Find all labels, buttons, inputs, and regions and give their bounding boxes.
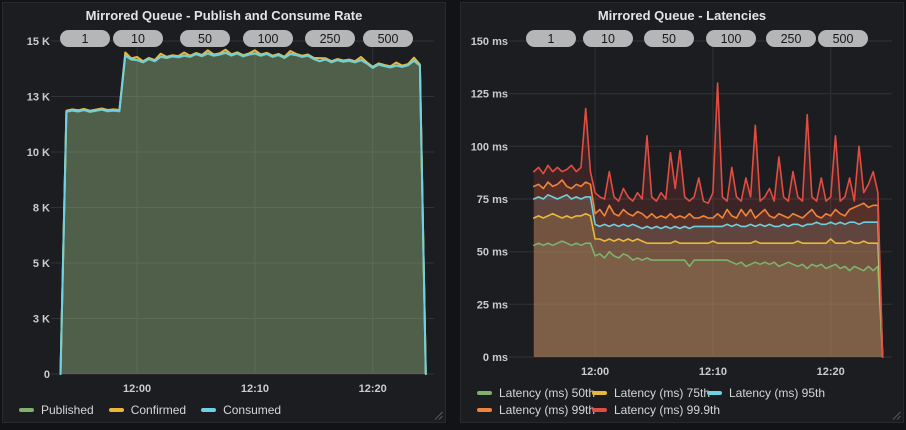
annotation-pill-500[interactable]: 500: [363, 30, 413, 47]
legend-label: Latency (ms) 99th: [499, 403, 595, 417]
annotation-pills: 110 50 100 250 500: [3, 30, 445, 48]
legend-swatch: [201, 408, 216, 412]
legend-item[interactable]: Latency (ms) 99.9th: [592, 403, 707, 417]
annotation-pill-100[interactable]: 100: [243, 30, 293, 47]
y-tick-label: 5 K: [33, 258, 50, 270]
legend-item[interactable]: Consumed: [201, 403, 281, 417]
y-tick-label: 15 K: [27, 36, 50, 48]
y-tick-label: 0 ms: [483, 352, 508, 364]
panel-resize-handle[interactable]: [433, 410, 443, 420]
y-tick-label: 13 K: [27, 92, 50, 104]
chart-legend: Latency (ms) 50th Latency (ms) 75th Latenc…: [477, 384, 895, 418]
y-tick-label: 3 K: [33, 314, 50, 326]
panel-publish-consume-rate: Mirrored Queue - Publish and Consume Rat…: [2, 2, 446, 423]
legend-label: Latency (ms) 75th: [614, 386, 710, 400]
legend-label: Published: [41, 403, 94, 417]
annotation-pill-250[interactable]: 250: [305, 30, 355, 47]
x-tick-label: 12:10: [241, 383, 269, 395]
y-tick-label: 8 K: [33, 203, 50, 215]
annotation-pill-50[interactable]: 50: [644, 30, 694, 47]
legend-swatch: [477, 408, 492, 412]
legend-label: Latency (ms) 50th: [499, 386, 595, 400]
annotation-pill-50[interactable]: 50: [180, 30, 230, 47]
annotation-pill-500[interactable]: 500: [818, 30, 868, 47]
x-tick-label: 12:10: [699, 366, 727, 378]
panel-title[interactable]: Mirrored Queue - Publish and Consume Rat…: [3, 3, 445, 29]
y-tick-label: 50 ms: [477, 247, 508, 259]
panel-body: 0 ms 25 ms 50 ms 75 ms 100 ms 125 ms 150 ms 12:…: [461, 29, 903, 422]
publish-consume-chart[interactable]: 0 3 K 5 K 8 K 10 K 13 K 15 K 12:00 12:10 12:20: [3, 29, 445, 422]
annotation-pill-100[interactable]: 100: [706, 30, 756, 47]
latencies-chart[interactable]: 0 ms 25 ms 50 ms 75 ms 100 ms 125 ms 150 ms 12:…: [461, 29, 903, 422]
y-tick-label: 25 ms: [477, 299, 508, 311]
annotation-pill-10[interactable]: 10: [113, 30, 163, 47]
legend-label: Consumed: [223, 403, 281, 417]
x-tick-label: 12:00: [581, 366, 609, 378]
annotation-pill-250[interactable]: 250: [766, 30, 816, 47]
legend-item[interactable]: Latency (ms) 99th: [477, 403, 592, 417]
y-tick-label: 150 ms: [471, 36, 508, 48]
panel-latencies: Mirrored Queue - Latencies 0 ms 25 ms 50 m…: [460, 2, 904, 423]
legend-item[interactable]: Published: [19, 403, 94, 417]
legend-label: Latency (ms) 99.9th: [614, 403, 720, 417]
legend-swatch: [477, 391, 492, 395]
panel-body: 03 K5 K8 K10 K13 K15 K12:0012:1012:20 11…: [3, 29, 445, 422]
legend-swatch: [19, 408, 34, 412]
y-tick-label: 75 ms: [477, 194, 508, 206]
annotation-pill-1[interactable]: 1: [526, 30, 576, 47]
legend-label: Latency (ms) 95th: [729, 386, 825, 400]
annotation-pill-10[interactable]: 10: [583, 30, 633, 47]
legend-swatch: [109, 408, 124, 412]
legend-swatch: [592, 391, 607, 395]
y-tick-label: 0: [44, 369, 50, 381]
x-tick-label: 12:20: [817, 366, 845, 378]
legend-label: Confirmed: [131, 403, 186, 417]
legend-swatch: [592, 408, 607, 412]
x-tick-label: 12:20: [359, 383, 387, 395]
y-tick-label: 10 K: [27, 147, 50, 159]
legend-item[interactable]: Latency (ms) 50th: [477, 386, 592, 400]
x-tick-label: 12:00: [123, 383, 151, 395]
annotation-pill-1[interactable]: 1: [60, 30, 110, 47]
legend-swatch: [707, 391, 722, 395]
chart-legend: Published Confirmed Consumed: [19, 401, 437, 418]
panel-title[interactable]: Mirrored Queue - Latencies: [461, 3, 903, 29]
legend-item[interactable]: Latency (ms) 95th: [707, 386, 822, 400]
legend-item[interactable]: Latency (ms) 75th: [592, 386, 707, 400]
legend-item[interactable]: Confirmed: [109, 403, 186, 417]
y-tick-label: 100 ms: [471, 141, 508, 153]
dashboard: Mirrored Queue - Publish and Consume Rat…: [0, 0, 906, 425]
panel-resize-handle[interactable]: [891, 410, 901, 420]
y-tick-label: 125 ms: [471, 89, 508, 101]
